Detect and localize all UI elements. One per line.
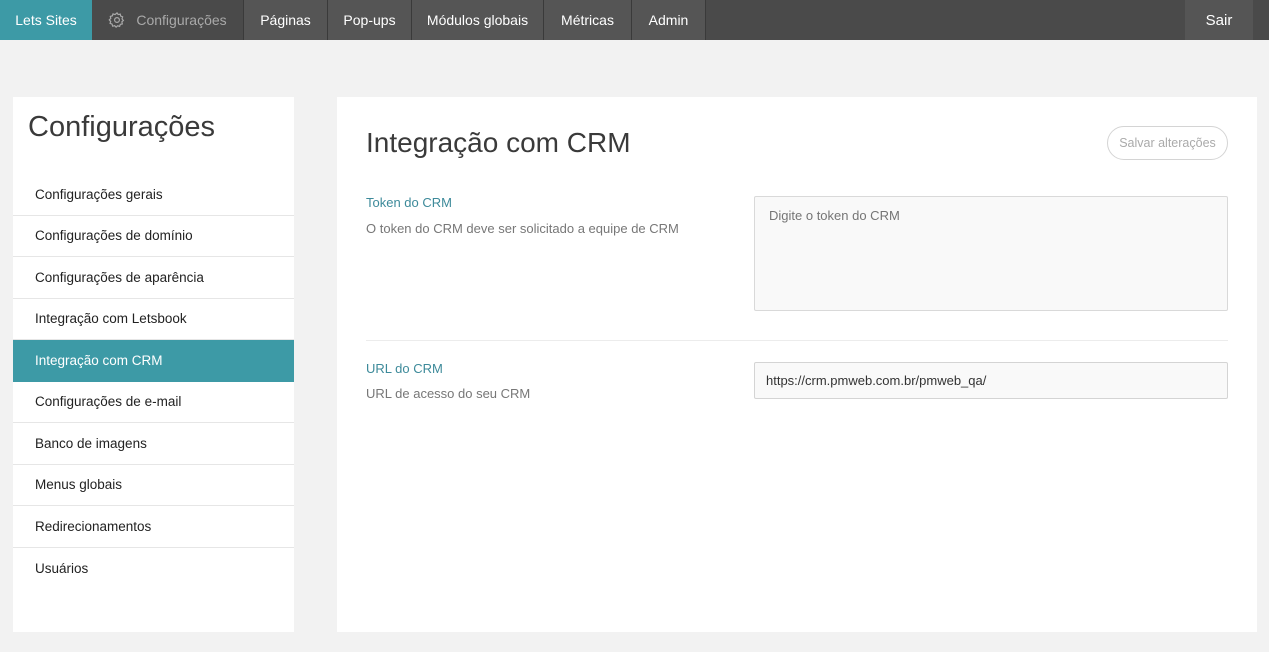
sidebar-item-configuracoes-aparencia[interactable]: Configurações de aparência xyxy=(13,257,294,299)
nav-edge xyxy=(1253,0,1269,40)
sidebar-item-redirecionamentos[interactable]: Redirecionamentos xyxy=(13,506,294,548)
nav-configuracoes[interactable]: Configurações xyxy=(92,0,244,40)
nav-configuracoes-label: Configurações xyxy=(136,12,227,28)
sidebar-menu: Configurações gerais Configurações de do… xyxy=(13,174,294,589)
settings-sidebar: Configurações Configurações gerais Confi… xyxy=(13,97,294,632)
sidebar-item-integracao-letsbook[interactable]: Integração com Letsbook xyxy=(13,299,294,340)
sidebar-item-configuracoes-gerais[interactable]: Configurações gerais xyxy=(13,174,294,216)
sidebar-item-configuracoes-email[interactable]: Configurações de e-mail xyxy=(13,382,294,423)
token-field-title: Token do CRM xyxy=(366,195,452,210)
sidebar-title: Configurações xyxy=(28,111,215,143)
sidebar-item-configuracoes-dominio[interactable]: Configurações de domínio xyxy=(13,216,294,257)
nav-admin[interactable]: Admin xyxy=(632,0,706,40)
sidebar-item-usuarios[interactable]: Usuários xyxy=(13,548,294,590)
logout-button[interactable]: Sair xyxy=(1185,0,1253,40)
nav-metricas[interactable]: Métricas xyxy=(544,0,632,40)
sidebar-item-integracao-crm[interactable]: Integração com CRM xyxy=(13,340,294,382)
save-button[interactable]: Salvar alterações xyxy=(1107,126,1228,160)
nav-modulos-globais[interactable]: Módulos globais xyxy=(412,0,544,40)
url-field-title: URL do CRM xyxy=(366,361,443,376)
sidebar-item-menus-globais[interactable]: Menus globais xyxy=(13,465,294,506)
gear-icon xyxy=(108,11,125,29)
token-field-description: O token do CRM deve ser solicitado a equ… xyxy=(366,221,679,236)
sidebar-item-banco-imagens[interactable]: Banco de imagens xyxy=(13,423,294,465)
page-title: Integração com CRM xyxy=(366,127,631,158)
top-navbar: Lets Sites Configurações Páginas Pop-ups… xyxy=(0,0,1269,40)
field-divider xyxy=(366,340,1228,341)
main-panel: Integração com CRM Salvar alterações Tok… xyxy=(337,97,1257,632)
token-input[interactable] xyxy=(754,196,1228,311)
brand-link[interactable]: Lets Sites xyxy=(0,0,92,40)
nav-popups[interactable]: Pop-ups xyxy=(328,0,412,40)
nav-paginas[interactable]: Páginas xyxy=(244,0,328,40)
url-field-description: URL de acesso do seu CRM xyxy=(366,386,531,401)
url-input[interactable] xyxy=(754,362,1228,399)
